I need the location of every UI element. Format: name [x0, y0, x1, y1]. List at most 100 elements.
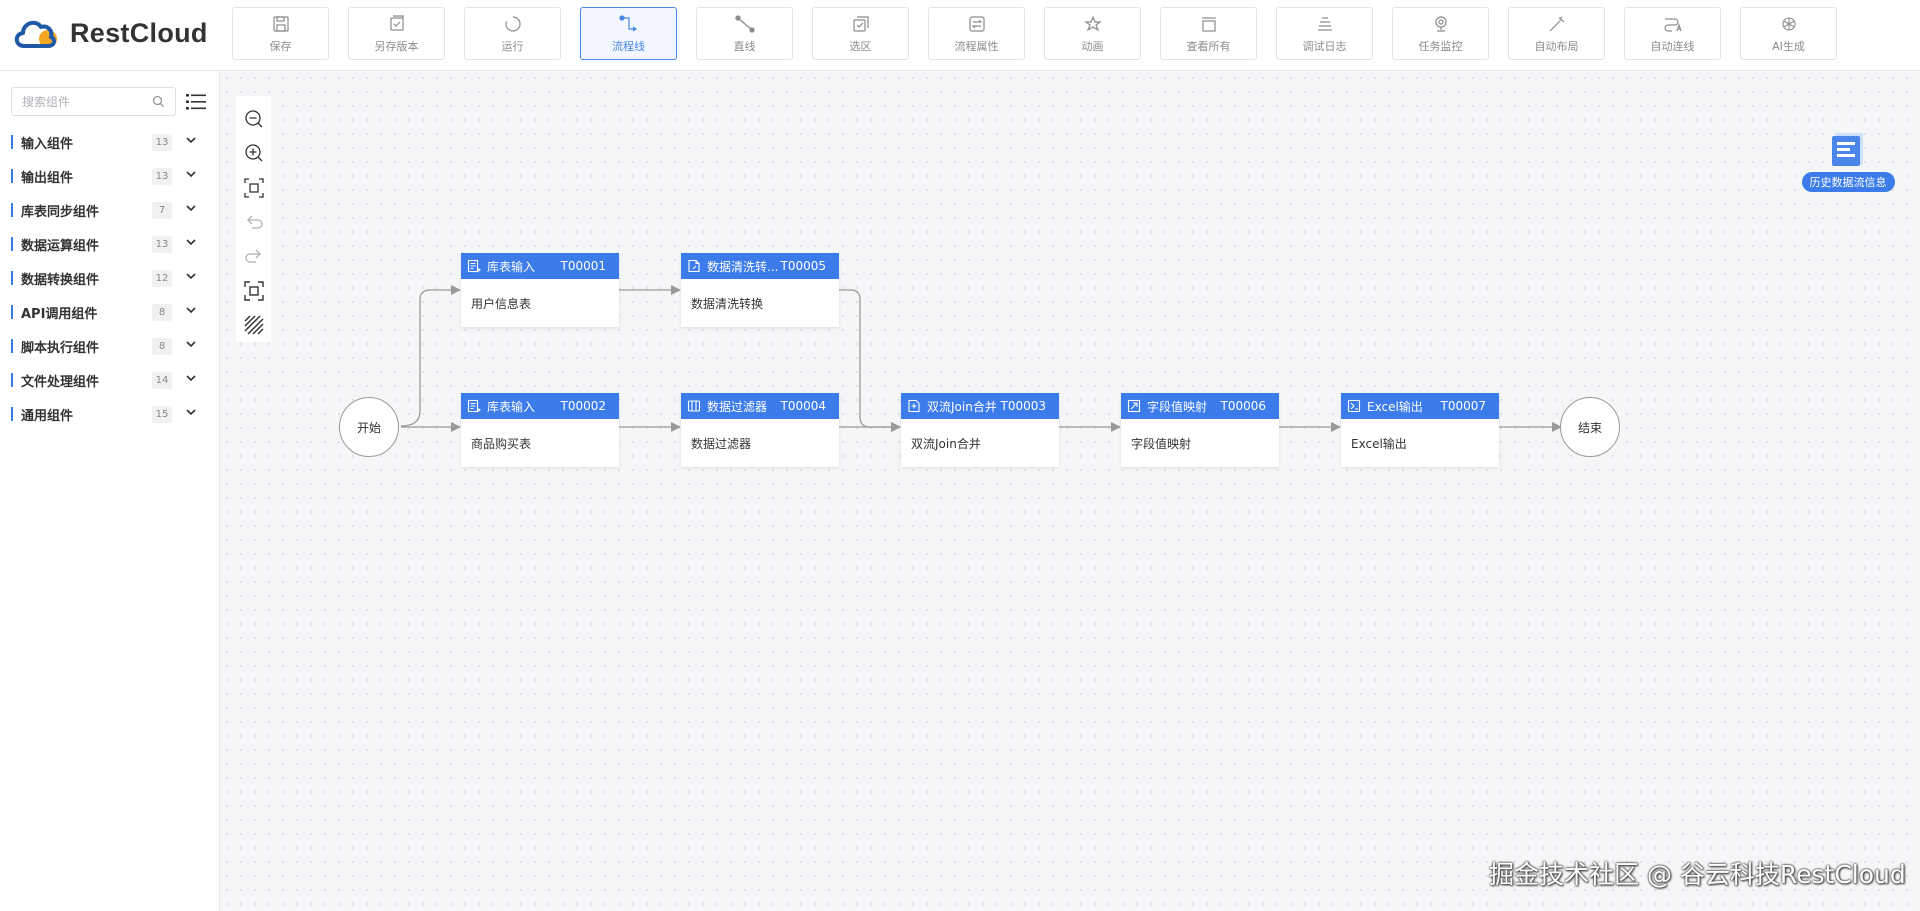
redo-icon [244, 249, 261, 263]
animation-icon [1083, 15, 1102, 32]
search-icon[interactable] [152, 95, 165, 108]
auto-connect-icon [1663, 18, 1682, 32]
flow-line-button[interactable]: 流程线 [580, 7, 677, 60]
animation-button[interactable]: 动画 [1044, 7, 1141, 60]
category-name: 数据运算组件 [21, 239, 100, 254]
node-header: 双流Join合并 T00003 [901, 393, 1059, 419]
save-version-label: 另存版本 [374, 40, 419, 53]
undo-button[interactable] [239, 205, 269, 239]
category-script-components[interactable]: 脚本执行组件 8 [0, 329, 219, 363]
save-version-icon [389, 15, 404, 31]
category-marker [11, 237, 13, 251]
category-marker [11, 373, 13, 387]
chevron-down-icon[interactable] [186, 273, 196, 280]
start-node[interactable]: 开始 [339, 397, 399, 457]
view-all-button[interactable]: 查看所有 [1160, 7, 1257, 60]
chevron-down-icon[interactable] [186, 171, 196, 178]
node-id: T00002 [560, 399, 606, 413]
flow-node-t00002[interactable]: 库表输入 T00002 商品购买表 [461, 393, 619, 467]
chevron-down-icon[interactable] [186, 375, 196, 382]
category-name: 输出组件 [21, 171, 74, 186]
auto-layout-button[interactable]: 自动布局 [1508, 7, 1605, 60]
flow-edges [400, 285, 1562, 432]
flow-node-t00005[interactable]: 数据清洗转... T00005 数据清洗转换 [681, 253, 839, 327]
end-node[interactable]: 结束 [1560, 397, 1620, 457]
auto-layout-label: 自动布局 [1534, 40, 1579, 53]
auto-connect-button[interactable]: 自动连线 [1624, 7, 1721, 60]
run-button[interactable]: 运行 [464, 7, 561, 60]
table-input-icon [467, 399, 481, 413]
node-id: T00004 [780, 399, 826, 413]
list-view-icon[interactable] [186, 93, 206, 111]
flow-node-t00006[interactable]: 字段值映射 T00006 字段值映射 [1121, 393, 1279, 467]
task-monitor-button[interactable]: 任务监控 [1392, 7, 1489, 60]
category-data-transform-components[interactable]: 数据转换组件 12 [0, 261, 219, 295]
redo-button[interactable] [239, 239, 269, 273]
node-header: Excel输出 T00007 [1341, 393, 1499, 419]
chevron-down-icon[interactable] [186, 341, 196, 348]
category-general-components[interactable]: 通用组件 15 [0, 397, 219, 431]
ai-generate-button[interactable]: AI生成 [1740, 7, 1837, 60]
app-name: RestCloud [70, 17, 208, 48]
app-logo[interactable]: RestCloud [12, 14, 208, 52]
node-title: Excel输出 [1367, 399, 1423, 414]
category-output-components[interactable]: 输出组件 13 [0, 159, 219, 193]
debug-log-icon [1317, 17, 1332, 31]
undo-icon [246, 215, 263, 229]
straight-line-button[interactable]: 直线 [696, 7, 793, 60]
category-marker [11, 203, 13, 217]
category-table-sync-components[interactable]: 库表同步组件 7 [0, 193, 219, 227]
chevron-down-icon[interactable] [186, 137, 196, 144]
flow-properties-button[interactable]: 流程属性 [928, 7, 1025, 60]
flow-canvas[interactable]: 开始 结束 库表输入 T00001 用户信息表 数据清洗转... T00005 … [220, 71, 1920, 911]
flow-node-t00007[interactable]: Excel输出 T00007 Excel输出 [1341, 393, 1499, 467]
straight-line-icon [734, 15, 755, 33]
excel-output-icon [1347, 399, 1361, 413]
chevron-down-icon[interactable] [186, 205, 196, 212]
zoom-out-icon [244, 110, 262, 128]
chevron-down-icon[interactable] [186, 409, 196, 416]
save-version-button[interactable]: 另存版本 [348, 7, 445, 60]
view-all-icon [1201, 17, 1216, 32]
node-title: 库表输入 [487, 399, 536, 414]
chevron-down-icon[interactable] [186, 239, 196, 246]
category-marker [11, 135, 13, 149]
run-icon [504, 16, 521, 32]
chevron-down-icon[interactable] [186, 307, 196, 314]
auto-connect-label: 自动连线 [1650, 40, 1695, 53]
ai-generate-label: AI生成 [1772, 40, 1805, 53]
grid-toggle-icon [243, 315, 264, 335]
flow-line-label: 流程线 [612, 40, 645, 53]
category-data-compute-components[interactable]: 数据运算组件 13 [0, 227, 219, 261]
zoom-in-button[interactable] [239, 136, 269, 170]
flow-node-t00004[interactable]: 数据过滤器 T00004 数据过滤器 [681, 393, 839, 467]
flow-properties-icon [968, 16, 985, 32]
fit-view-icon [243, 178, 264, 198]
fullscreen-button[interactable] [239, 273, 269, 307]
select-area-button[interactable]: 选区 [812, 7, 909, 60]
category-file-components[interactable]: 文件处理组件 14 [0, 363, 219, 397]
history-data-flow-button[interactable]: 历史数据流信息 [1797, 131, 1899, 192]
category-count: 12 [152, 270, 172, 287]
flow-node-t00003[interactable]: 双流Join合并 T00003 双流Join合并 [901, 393, 1059, 467]
component-search-input[interactable] [12, 88, 157, 115]
view-all-label: 查看所有 [1186, 40, 1231, 53]
node-body: 商品购买表 [471, 437, 532, 451]
fit-view-button[interactable] [239, 171, 269, 205]
category-input-components[interactable]: 输入组件 13 [0, 125, 219, 159]
debug-log-button[interactable]: 调试日志 [1276, 7, 1373, 60]
category-count: 7 [152, 202, 172, 219]
flow-node-t00001[interactable]: 库表输入 T00001 用户信息表 [461, 253, 619, 327]
category-count: 14 [152, 372, 172, 389]
zoom-out-button[interactable] [239, 102, 269, 136]
join-merge-icon [908, 399, 920, 413]
save-button[interactable]: 保存 [232, 7, 329, 60]
field-map-icon [1127, 399, 1141, 413]
node-title: 库表输入 [487, 259, 536, 274]
grid-toggle-button[interactable] [239, 308, 269, 342]
node-header: 数据清洗转... T00005 [681, 253, 839, 279]
edge-start-to-t00001 [400, 285, 461, 427]
data-filter-icon [687, 400, 701, 412]
node-body: 用户信息表 [471, 297, 532, 311]
category-api-call-components[interactable]: API调用组件 8 [0, 295, 219, 329]
